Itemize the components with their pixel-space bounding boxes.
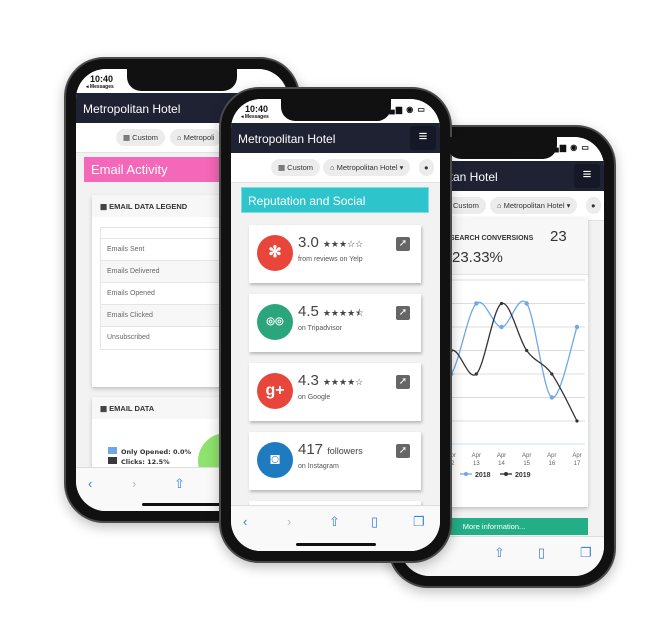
x-tick-label: Apr 16 <box>547 453 556 467</box>
unit: followers <box>327 446 363 456</box>
legend-label: 2019 <box>515 472 531 479</box>
yelp-icon: ✻ <box>257 235 293 271</box>
score: 417 <box>298 441 324 458</box>
external-link-icon[interactable]: ➚ <box>396 237 410 251</box>
source-label: on Tripadvisor <box>298 325 342 332</box>
date-filter[interactable]: ▦ Custom <box>271 159 321 176</box>
home-indicator <box>295 543 376 546</box>
clock: 10:40 <box>90 74 114 84</box>
data-point-2018 <box>474 301 479 306</box>
star-rating: ★★★☆☆ <box>322 239 364 249</box>
tripadvisor-icon: ◎◎ <box>257 304 293 340</box>
hotel-filter[interactable]: ⌂ Metropolitan Hotel ▾ <box>323 159 411 176</box>
source-label: on Instagram <box>298 463 339 470</box>
notch <box>280 99 391 121</box>
tabs-icon[interactable]: ❐ <box>580 545 592 561</box>
forward-icon[interactable]: › <box>287 514 291 529</box>
date-filter[interactable]: ▦ Custom <box>116 129 166 146</box>
legend-swatch <box>108 447 117 454</box>
forward-icon[interactable]: › <box>132 476 136 491</box>
row-label: Emails Clicked <box>101 304 238 327</box>
review-card: ✻ 3.0 ★★★☆☆ from reviews on Yelp ➚ <box>249 225 421 283</box>
star-rating: ★★★★⯪ <box>322 308 364 318</box>
legend-marker-2018 <box>464 472 468 476</box>
legend-item: Only Opened: 0.0% <box>108 447 195 457</box>
bookmarks-icon[interactable]: ▯ <box>371 514 378 530</box>
share-icon[interactable]: ⇧ <box>329 514 340 530</box>
legend-swatch <box>108 457 117 464</box>
card-title: SEARCH CONVERSIONS <box>450 235 534 242</box>
hotel-filter[interactable]: ⌂ Metropolitan Hotel ▾ <box>490 197 578 214</box>
data-point-2019 <box>499 301 504 306</box>
section-title: Reputation and Social <box>241 187 429 213</box>
bookmarks-icon[interactable]: ▯ <box>538 545 545 561</box>
x-tick-label: Apr 15 <box>522 453 531 467</box>
external-link-icon[interactable]: ➚ <box>396 306 410 320</box>
data-point-2019 <box>550 372 554 376</box>
menu-icon[interactable]: ≡ <box>574 164 600 188</box>
google-plus-icon: g+ <box>257 373 293 409</box>
instagram-icon: ◙ <box>257 442 293 478</box>
hotel-filter[interactable]: ⌂ Metropoli <box>170 129 222 146</box>
row-label: Unsubscribed <box>101 326 238 349</box>
middle-phone: 10:40 ◂ Messages ▂▄▆ ◉ ▭ Metropolitan Hote… <box>219 87 452 563</box>
back-icon[interactable]: ‹ <box>243 514 247 529</box>
score: 4.5 <box>298 303 319 320</box>
score: 4.3 <box>298 372 319 389</box>
star-rating: ★★★★☆ <box>322 377 364 387</box>
conversion-rate: 23.33% <box>452 249 503 266</box>
review-card: ◙ 417 followers on Instagram ➚ <box>249 432 421 490</box>
home-indicator <box>142 503 222 506</box>
review-card: g+ 4.3 ★★★★☆ on Google ➚ <box>249 363 421 421</box>
notch <box>447 137 557 159</box>
nav-title: Metropolitan Hotel <box>238 132 336 146</box>
navbar: Metropolitan Hotel ≡ <box>231 123 440 153</box>
nav-title: Metropolitan Hotel <box>83 102 181 116</box>
back-icon[interactable]: ‹ <box>88 476 92 491</box>
legend-label: 2018 <box>475 472 491 479</box>
data-point-2018 <box>574 324 580 330</box>
row-label: Emails Opened <box>101 282 238 305</box>
source-label: on Google <box>298 394 331 401</box>
middle-phone-screen: 10:40 ◂ Messages ▂▄▆ ◉ ▭ Metropolitan Hote… <box>231 99 440 551</box>
section-title: Email Activity <box>84 157 234 182</box>
conversion-count: 23 <box>550 228 567 245</box>
back-to-messages[interactable]: ◂ Messages <box>241 114 269 120</box>
data-point-2018 <box>549 395 555 400</box>
share-icon[interactable]: ⇧ <box>174 476 185 492</box>
x-tick-label: Apr 17 <box>572 453 581 467</box>
row-label: Emails Delivered <box>101 260 238 283</box>
legend-item: Clicks: 12.5% <box>108 457 195 467</box>
row-label: Emails Sent <box>101 238 238 261</box>
back-to-messages[interactable]: ◂ Messages <box>86 84 114 90</box>
x-tick-label: Apr 13 <box>472 453 481 467</box>
nav-title: itan Hotel <box>447 170 498 184</box>
data-point-2019 <box>525 348 529 353</box>
user-icon[interactable]: ● <box>419 159 434 176</box>
tabs-icon[interactable]: ❐ <box>413 514 425 530</box>
data-point-2018 <box>499 324 504 330</box>
source-label: from reviews on Yelp <box>298 256 363 263</box>
external-link-icon[interactable]: ➚ <box>396 375 410 389</box>
menu-icon[interactable]: ≡ <box>410 126 436 150</box>
x-tick-label: Apr 14 <box>497 453 506 467</box>
notch <box>127 69 237 91</box>
share-icon[interactable]: ⇧ <box>494 545 505 561</box>
user-icon[interactable]: ● <box>586 197 601 214</box>
data-point-2018 <box>524 301 529 306</box>
data-point-2019 <box>474 372 478 376</box>
external-link-icon[interactable]: ➚ <box>396 444 410 458</box>
clock: 10:40 <box>245 104 269 114</box>
filter-bar: ▦ Custom ⌂ Metropolitan Hotel ▾ ● <box>231 153 440 183</box>
score: 3.0 <box>298 234 319 251</box>
review-card: ◎◎ 4.5 ★★★★⯪ on Tripadvisor ➚ <box>249 294 421 352</box>
data-point-2019 <box>575 419 579 423</box>
legend-marker-2019 <box>504 472 508 476</box>
